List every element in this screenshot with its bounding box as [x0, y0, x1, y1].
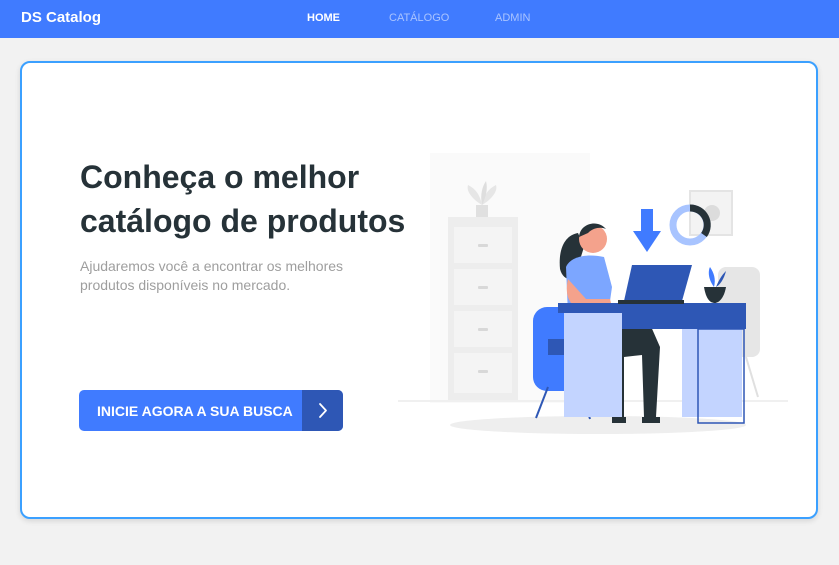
start-search-button[interactable]: INICIE AGORA A SUA BUSCA: [79, 390, 343, 431]
navbar: DS Catalog HOME CATÁLOGO ADMIN: [0, 0, 839, 38]
brand-logo[interactable]: DS Catalog: [21, 9, 101, 26]
woman-at-desk-illustration: [398, 153, 788, 434]
start-search-button-label: INICIE AGORA A SUA BUSCA: [97, 403, 293, 419]
nav-link-home[interactable]: HOME: [307, 12, 340, 24]
nav-link-admin[interactable]: ADMIN: [495, 12, 530, 24]
hero-card: Conheça o melhor catálogo de produtos Aj…: [20, 61, 818, 519]
hero-title: Conheça o melhor catálogo de produtos: [80, 159, 406, 239]
chevron-right-icon: [302, 390, 343, 431]
nav-link-catalog[interactable]: CATÁLOGO: [389, 12, 449, 24]
hero-subtitle: Ajudaremos você a encontrar os melhores …: [80, 258, 344, 293]
